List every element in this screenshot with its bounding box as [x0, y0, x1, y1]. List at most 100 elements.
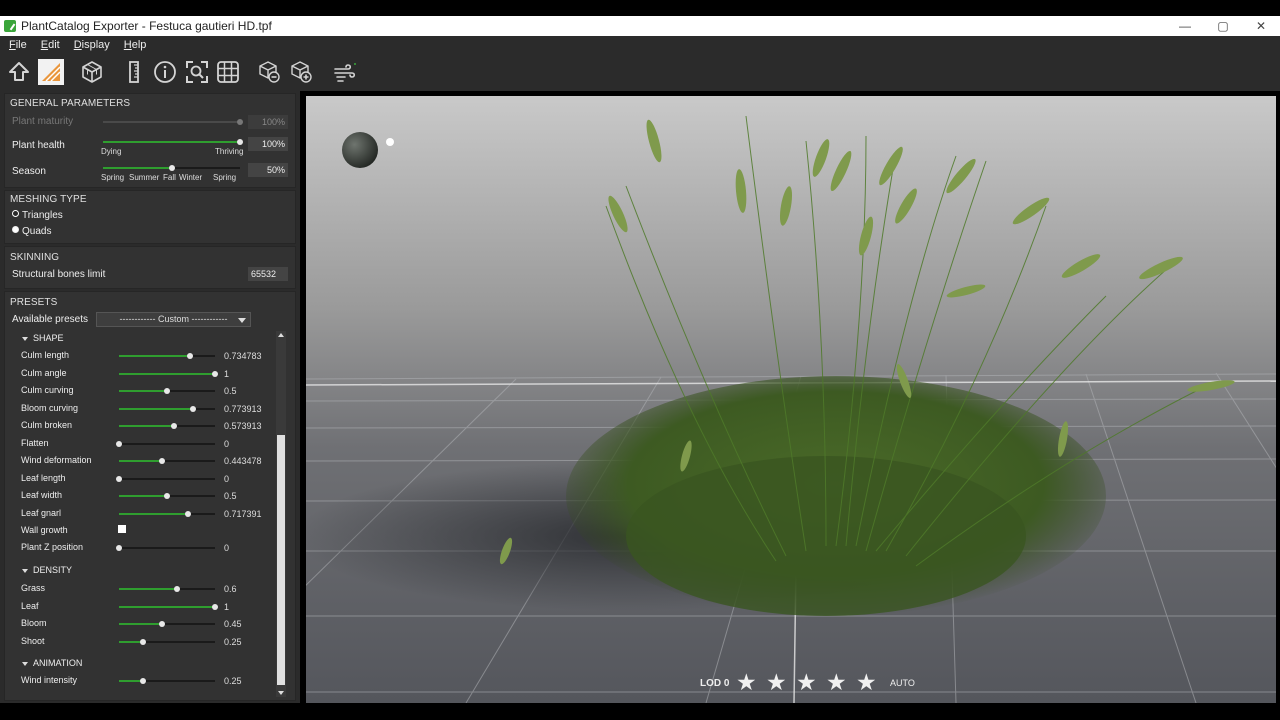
- bloom-curving-value: 0.773913: [224, 403, 262, 414]
- flatten-label: Flatten: [21, 437, 49, 448]
- plant-health-slider[interactable]: [103, 139, 243, 145]
- wind-deformation-slider[interactable]: [119, 458, 215, 464]
- auto-lod-button[interactable]: AUTO: [890, 678, 915, 688]
- ruler-icon[interactable]: [122, 60, 146, 84]
- lod-star-icon[interactable]: ★: [856, 670, 877, 694]
- density-collapse-icon[interactable]: [22, 569, 28, 573]
- section-title: MESHING TYPE: [10, 194, 87, 205]
- culm-length-value: 0.734783: [224, 351, 262, 361]
- shoot-label: Shoot: [21, 635, 45, 646]
- leaf-value: 1: [224, 601, 230, 612]
- grid-icon[interactable]: [216, 60, 240, 84]
- plant-health-value[interactable]: 100%: [248, 137, 288, 151]
- menu-edit[interactable]: Edit: [36, 39, 65, 51]
- bloom-label: Bloom: [21, 618, 47, 628]
- grass-slider[interactable]: [119, 586, 215, 592]
- skinning-section: SKINNING Structural bones limit 65532: [4, 246, 296, 289]
- menu-help[interactable]: Help: [119, 39, 152, 51]
- wind-intensity-slider[interactable]: [119, 678, 215, 684]
- wall-growth-checkbox[interactable]: [118, 525, 126, 533]
- window-title: PlantCatalog Exporter - Festuca gautieri…: [21, 19, 272, 33]
- menu-file[interactable]: File: [4, 39, 32, 51]
- lod-plus-icon[interactable]: [289, 60, 313, 84]
- bloom-slider[interactable]: [119, 621, 215, 627]
- grass-label: Grass: [21, 583, 46, 593]
- season-value[interactable]: 50%: [248, 163, 288, 177]
- triangles-radio[interactable]: [12, 210, 19, 217]
- title-bar: PlantCatalog Exporter - Festuca gautieri…: [0, 16, 1280, 36]
- scroll-down-icon[interactable]: [278, 691, 284, 695]
- section-title: GENERAL PARAMETERS: [10, 98, 131, 109]
- shoot-slider[interactable]: [119, 638, 215, 645]
- meshing-type-section: MESHING TYPE Triangles Quads: [4, 190, 296, 244]
- quads-radio[interactable]: [12, 226, 19, 233]
- chevron-down-icon: [238, 318, 246, 323]
- lod-star-icon[interactable]: ★: [736, 670, 757, 694]
- parameters-panel: GENERAL PARAMETERS Plant maturity 100% P…: [0, 91, 300, 703]
- bones-limit-input[interactable]: 65532: [248, 267, 288, 281]
- upload-arrow-icon[interactable]: [7, 60, 31, 84]
- season-tick: Fall: [163, 173, 176, 182]
- toolbar: [0, 53, 1280, 91]
- leaf-length-slider[interactable]: [116, 475, 215, 482]
- plant-maturity-slider[interactable]: [103, 119, 243, 125]
- general-parameters-section: GENERAL PARAMETERS Plant maturity 100% P…: [4, 93, 296, 188]
- season-slider[interactable]: [103, 165, 240, 171]
- season-tick: Summer: [129, 173, 160, 182]
- maximize-button[interactable]: ▢: [1204, 16, 1242, 36]
- bloom-curving-slider[interactable]: [119, 405, 215, 412]
- plant-z-slider[interactable]: [116, 545, 215, 551]
- culm-length-slider[interactable]: [119, 353, 215, 359]
- presets-scrollbar[interactable]: [276, 331, 286, 697]
- leaf-gnarl-value: 0.717391: [224, 508, 262, 519]
- lod-star-icon[interactable]: ★: [766, 670, 787, 694]
- thriving-label: Thriving: [215, 147, 244, 156]
- menu-display[interactable]: Display: [69, 39, 115, 51]
- leaf-slider[interactable]: [119, 603, 218, 610]
- flatten-slider[interactable]: [116, 440, 215, 447]
- wind-icon[interactable]: [333, 60, 357, 84]
- menu-bar: File Edit Display Help: [0, 36, 1280, 53]
- app-logo-icon: [4, 20, 16, 32]
- culm-length-label: Culm length: [21, 350, 70, 360]
- culm-broken-slider[interactable]: [119, 423, 215, 429]
- culm-angle-slider[interactable]: [119, 370, 218, 377]
- triangles-label: Triangles: [22, 210, 63, 221]
- 3d-viewport[interactable]: LOD 0 ★ ★ ★ ★ ★ AUTO: [306, 96, 1276, 703]
- cube-icon[interactable]: [80, 60, 104, 84]
- dying-label: Dying: [101, 147, 122, 156]
- culm-curving-slider[interactable]: [119, 388, 215, 394]
- section-title: SKINNING: [10, 252, 60, 263]
- grass-value: 0.6: [224, 584, 237, 594]
- scroll-thumb[interactable]: [277, 435, 285, 685]
- grass-scene: [306, 115, 1276, 703]
- leaf-width-label: Leaf width: [21, 490, 63, 500]
- lod-star-icon[interactable]: ★: [826, 670, 847, 694]
- lod-minus-icon[interactable]: [257, 60, 281, 84]
- leaf-gnarl-slider[interactable]: [119, 510, 215, 517]
- culm-angle-label: Culm angle: [21, 367, 67, 378]
- leaf-width-slider[interactable]: [119, 493, 215, 499]
- animation-collapse-icon[interactable]: [22, 662, 28, 666]
- culm-angle-value: 1: [224, 368, 230, 379]
- leaf-width-value: 0.5: [224, 491, 237, 501]
- info-icon[interactable]: [153, 60, 177, 84]
- plant-health-label: Plant health: [12, 140, 65, 151]
- minimize-button[interactable]: —: [1166, 16, 1204, 36]
- material-swatch-icon[interactable]: [38, 59, 64, 85]
- leaf-length-value: 0: [224, 473, 230, 484]
- lod-star-icon[interactable]: ★: [796, 670, 817, 694]
- presets-dropdown[interactable]: ------------ Custom ------------: [96, 312, 251, 327]
- plant-maturity-value[interactable]: 100%: [248, 115, 288, 129]
- leaf-length-label: Leaf length: [21, 472, 66, 483]
- focus-frame-icon[interactable]: [185, 60, 209, 84]
- culm-curving-value: 0.5: [224, 386, 237, 396]
- letterbox-top: [0, 0, 1280, 16]
- wind-intensity-label: Wind intensity: [21, 675, 78, 685]
- culm-broken-value: 0.573913: [224, 421, 262, 431]
- close-button[interactable]: ✕: [1242, 16, 1280, 36]
- section-title: PRESETS: [10, 297, 58, 308]
- scroll-up-icon[interactable]: [278, 333, 284, 337]
- shape-collapse-icon[interactable]: [22, 337, 28, 341]
- wind-deformation-value: 0.443478: [224, 456, 262, 466]
